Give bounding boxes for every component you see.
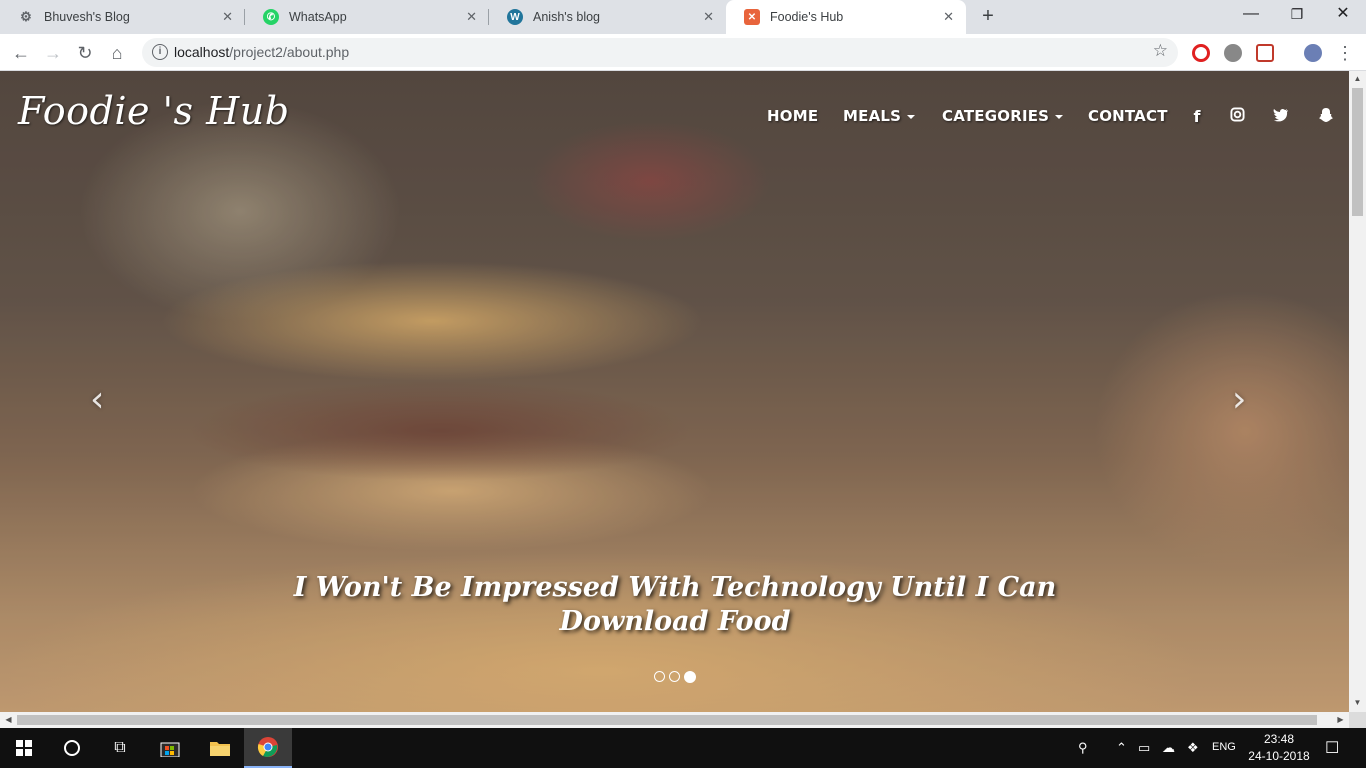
tab-title: WhatsApp: [289, 10, 347, 24]
forward-icon[interactable]: →: [40, 40, 66, 66]
close-tab-icon[interactable]: ✕: [222, 9, 233, 25]
info-icon[interactable]: i: [152, 44, 168, 60]
scrollbar-corner: [1349, 712, 1366, 728]
notifications-icon[interactable]: ☐: [1325, 738, 1339, 758]
scroll-right-icon[interactable]: ▶: [1332, 715, 1349, 724]
opera-extension-icon[interactable]: [1192, 44, 1210, 62]
people-icon[interactable]: ⚲: [1078, 740, 1088, 756]
system-clock[interactable]: 23:48 24-10-2018: [1246, 731, 1312, 765]
tab-foodies-hub[interactable]: ✕ Foodie's Hub ✕: [726, 0, 966, 34]
wordpress-favicon-icon: W: [507, 9, 523, 25]
task-view-icon[interactable]: ⧉: [96, 728, 144, 768]
vertical-scrollbar[interactable]: ▲ ▼: [1349, 71, 1366, 712]
instagram-icon[interactable]: [1228, 107, 1246, 126]
clock-date: 24-10-2018: [1248, 749, 1310, 763]
close-window-button[interactable]: ✕: [1320, 0, 1366, 30]
windows-taskbar: ⧉ ⚲ ⌃ ▭ ☁ ❖ ENG 23:48 24-10-2018 ☐: [0, 728, 1366, 768]
snapchat-icon[interactable]: [1317, 107, 1335, 127]
tab-whatsapp[interactable]: ✆ WhatsApp ✕: [245, 0, 489, 34]
search-cortana-icon[interactable]: [48, 728, 96, 768]
profile-avatar[interactable]: [1304, 44, 1322, 62]
nav-meals[interactable]: MEALS: [843, 107, 916, 125]
url-path: /project2/about.php: [229, 44, 350, 60]
scroll-up-icon[interactable]: ▲: [1349, 74, 1366, 83]
show-hidden-icons-icon[interactable]: ⌃: [1116, 740, 1127, 756]
close-tab-icon[interactable]: ✕: [943, 9, 954, 25]
minimize-button[interactable]: —: [1228, 0, 1274, 30]
browser-toolbar: ← → ↻ ⌂ i localhost/project2/about.php ☆…: [0, 34, 1366, 71]
extension-icon[interactable]: [1224, 44, 1242, 62]
close-tab-icon[interactable]: ✕: [466, 9, 477, 25]
chevron-down-icon: [1055, 114, 1064, 119]
carousel-next-icon[interactable]: ›: [1232, 379, 1246, 420]
tab-bhuvesh-blog[interactable]: ⚙ Bhuvesh's Blog ✕: [0, 0, 245, 34]
address-bar[interactable]: i localhost/project2/about.php ☆: [142, 38, 1178, 67]
restore-button[interactable]: ❐: [1274, 0, 1320, 30]
nav-contact[interactable]: CONTACT: [1088, 107, 1168, 125]
language-indicator[interactable]: ENG: [1212, 741, 1236, 753]
chevron-down-icon: [907, 114, 916, 119]
chrome-taskbar-icon[interactable]: [244, 728, 292, 768]
nav-home[interactable]: HOME: [767, 107, 818, 125]
onedrive-icon[interactable]: ☁: [1162, 740, 1175, 756]
tab-strip: ⚙ Bhuvesh's Blog ✕ ✆ WhatsApp ✕ W Anish'…: [0, 0, 1366, 34]
home-icon[interactable]: ⌂: [104, 40, 130, 66]
site-logo[interactable]: Foodie 's Hub: [18, 89, 290, 133]
new-tab-button[interactable]: +: [976, 5, 1000, 29]
nav-categories[interactable]: CATEGORIES: [942, 107, 1064, 125]
store-icon[interactable]: [146, 728, 194, 768]
url-text[interactable]: localhost/project2/about.php: [174, 44, 349, 60]
bookmark-star-icon[interactable]: ☆: [1153, 41, 1168, 61]
carousel-dot-3[interactable]: [684, 671, 696, 683]
tab-title: Foodie's Hub: [770, 10, 844, 24]
menu-dots-icon[interactable]: ⋮: [1332, 40, 1358, 66]
clock-time: 23:48: [1263, 732, 1295, 746]
back-icon[interactable]: ←: [8, 40, 34, 66]
twitter-icon[interactable]: [1272, 107, 1290, 126]
tab-anish-blog[interactable]: W Anish's blog ✕: [489, 0, 726, 34]
tab-title: Bhuvesh's Blog: [44, 10, 130, 24]
dropbox-icon[interactable]: ❖: [1187, 740, 1199, 756]
tab-title: Anish's blog: [533, 10, 601, 24]
carousel-dot-1[interactable]: [654, 671, 665, 682]
facebook-icon[interactable]: f: [1188, 107, 1206, 126]
carousel-dot-2[interactable]: [669, 671, 680, 682]
close-tab-icon[interactable]: ✕: [703, 9, 714, 25]
page-viewport: Foodie 's Hub HOME MEALS CATEGORIES CONT…: [0, 71, 1349, 712]
scroll-left-icon[interactable]: ◀: [0, 715, 17, 724]
foodie-favicon-icon: ✕: [744, 9, 760, 25]
horizontal-scroll-thumb[interactable]: [17, 715, 1317, 725]
url-host: localhost: [174, 44, 230, 60]
battery-icon[interactable]: ▭: [1138, 740, 1150, 756]
scroll-down-icon[interactable]: ▼: [1349, 698, 1366, 707]
carousel-indicators: [654, 671, 696, 683]
vertical-scroll-thumb[interactable]: [1352, 88, 1363, 216]
reload-icon[interactable]: ↻: [72, 40, 98, 66]
file-explorer-icon[interactable]: [196, 728, 244, 768]
nav-categories-label: CATEGORIES: [942, 107, 1050, 125]
whatsapp-favicon-icon: ✆: [263, 9, 279, 25]
carousel-prev-icon[interactable]: ‹: [90, 379, 104, 420]
windows-start-icon[interactable]: [0, 728, 48, 768]
horizontal-scrollbar[interactable]: ◀ ▶: [0, 712, 1349, 728]
carousel-caption: I Won't Be Impressed With Technology Unt…: [293, 572, 1057, 637]
nav-meals-label: MEALS: [843, 107, 902, 125]
gear-favicon-icon: ⚙: [20, 9, 32, 24]
pocket-extension-icon[interactable]: [1256, 44, 1274, 62]
